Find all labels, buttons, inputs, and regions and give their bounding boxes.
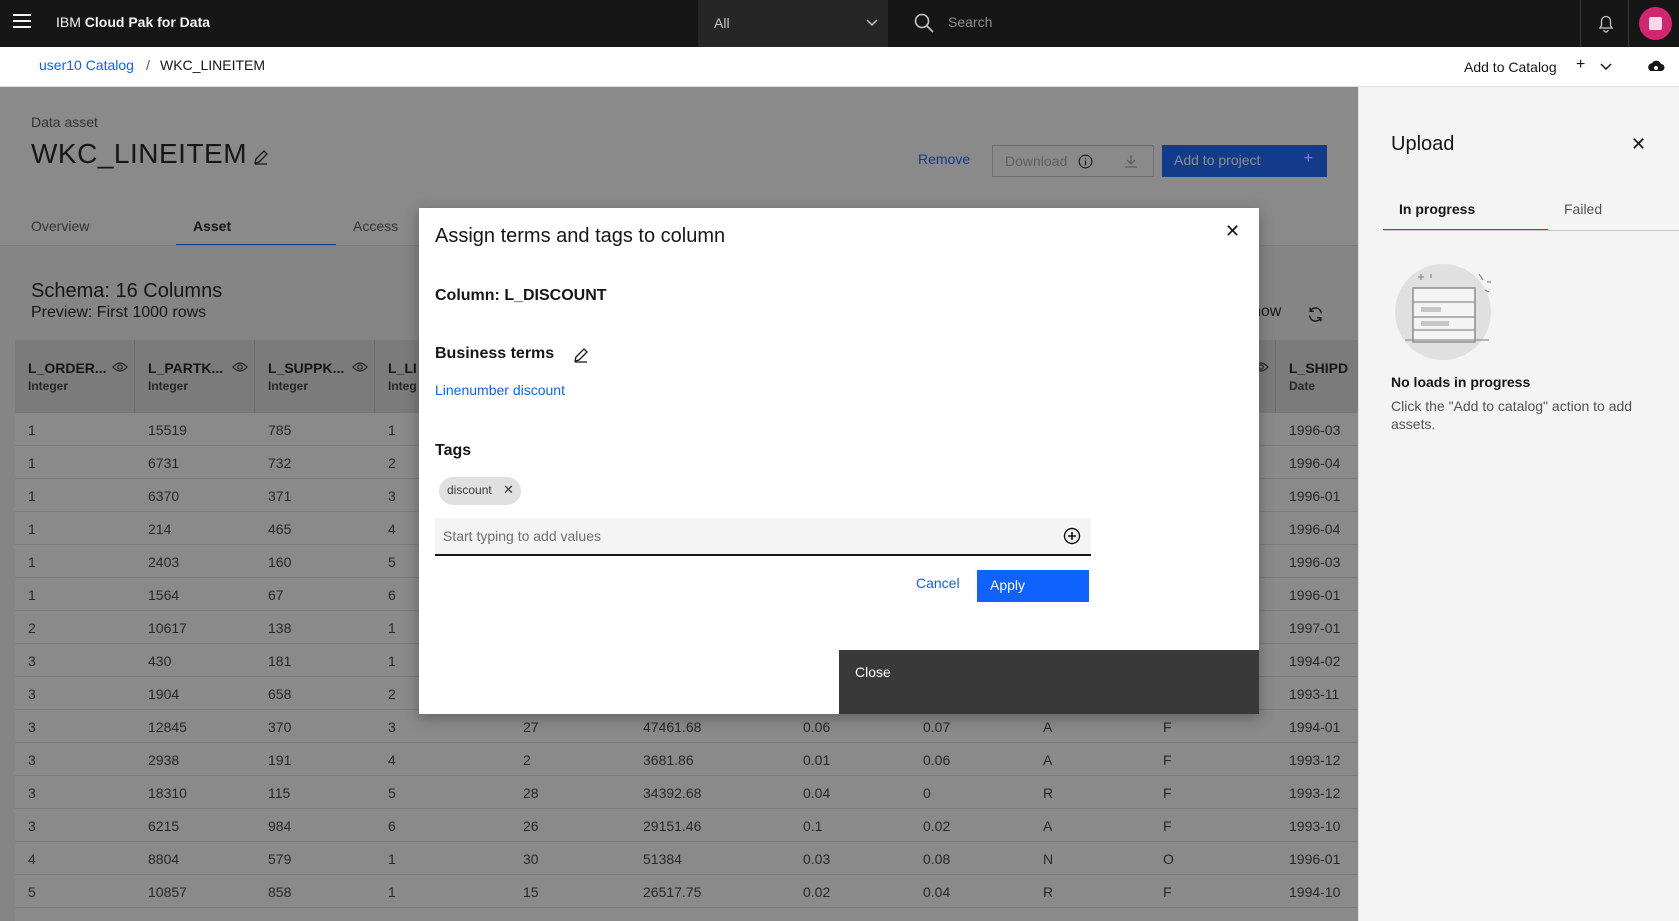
tag-chip: discount ✕ bbox=[439, 477, 521, 505]
tab-failed[interactable]: Failed bbox=[1548, 195, 1668, 231]
plus-icon[interactable]: + bbox=[1576, 56, 1585, 74]
brand-title[interactable]: IBM Cloud Pak for Data bbox=[56, 13, 210, 31]
search-input[interactable]: Search bbox=[948, 14, 992, 30]
breadcrumb-current: WKC_LINEITEM bbox=[160, 57, 266, 73]
modal-title: Assign terms and tags to column bbox=[435, 225, 726, 247]
close-icon[interactable]: ✕ bbox=[1225, 221, 1240, 242]
tab-in-progress[interactable]: In progress bbox=[1383, 195, 1548, 231]
cloud-sync-icon[interactable] bbox=[1647, 58, 1665, 76]
top-nav-bar: IBM Cloud Pak for Data All Search bbox=[0, 0, 1679, 47]
business-terms-label: Business terms bbox=[435, 345, 555, 362]
user-avatar[interactable] bbox=[1639, 7, 1672, 40]
apply-button[interactable]: Apply bbox=[977, 570, 1089, 602]
remove-tag-icon[interactable]: ✕ bbox=[503, 482, 514, 498]
column-label: Column: L_DISCOUNT bbox=[435, 287, 607, 304]
empty-state-illustration bbox=[1395, 264, 1491, 360]
brand-name: Cloud Pak for Data bbox=[84, 14, 211, 30]
add-circle-icon[interactable] bbox=[1063, 527, 1081, 545]
nav-divider bbox=[1628, 0, 1629, 47]
close-bar-button[interactable]: Close bbox=[839, 650, 1259, 714]
business-term-link[interactable]: Linenumber discount bbox=[435, 382, 565, 398]
empty-state-title: No loads in progress bbox=[1391, 374, 1531, 390]
edit-icon[interactable] bbox=[573, 347, 589, 363]
assign-terms-modal: Assign terms and tags to column ✕ Column… bbox=[419, 208, 1259, 714]
menu-icon[interactable] bbox=[13, 14, 31, 32]
tag-input-field[interactable] bbox=[435, 518, 1091, 556]
brand-prefix: IBM bbox=[56, 14, 81, 30]
add-to-catalog-button[interactable]: Add to Catalog bbox=[1464, 59, 1557, 75]
notification-bell-icon[interactable] bbox=[1596, 13, 1616, 33]
global-search[interactable]: Search bbox=[900, 0, 1580, 47]
breadcrumb-catalog-link[interactable]: user10 Catalog bbox=[39, 57, 134, 73]
breadcrumb-separator: / bbox=[146, 57, 150, 73]
tag-input[interactable] bbox=[435, 518, 1045, 554]
scope-value: All bbox=[714, 15, 730, 31]
close-icon[interactable]: ✕ bbox=[1631, 134, 1646, 155]
nav-divider bbox=[1580, 0, 1581, 47]
chevron-down-icon bbox=[866, 19, 878, 27]
search-icon bbox=[914, 13, 934, 33]
cancel-button[interactable]: Cancel bbox=[916, 575, 960, 591]
upload-tab-divider bbox=[1383, 230, 1679, 231]
upload-title: Upload bbox=[1391, 133, 1455, 155]
close-bar-label: Close bbox=[855, 664, 891, 680]
chevron-down-icon[interactable] bbox=[1600, 60, 1612, 72]
breadcrumb-bar: user10 Catalog / WKC_LINEITEM Add to Cat… bbox=[0, 47, 1679, 87]
tag-chip-label: discount bbox=[447, 483, 492, 497]
scope-dropdown[interactable]: All bbox=[698, 0, 888, 47]
upload-panel: Upload ✕ In progress Failed No loads in … bbox=[1358, 87, 1679, 921]
tags-label: Tags bbox=[435, 442, 472, 459]
empty-state-description: Click the "Add to catalog" action to add… bbox=[1391, 398, 1633, 432]
